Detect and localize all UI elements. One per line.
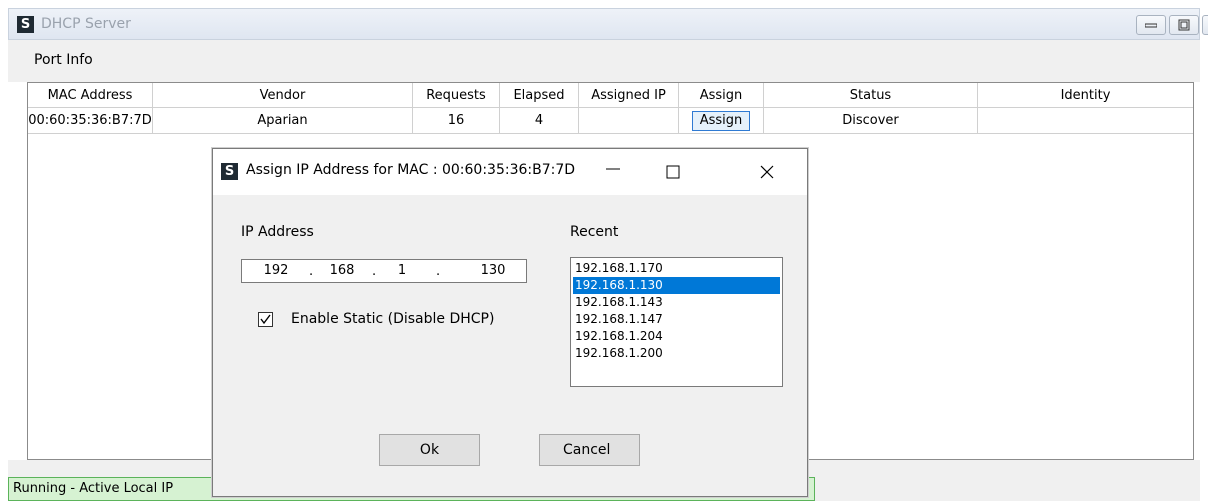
dialog-minimize-button[interactable] <box>593 157 633 187</box>
dialog-maximize-button[interactable] <box>653 157 693 187</box>
recent-label: Recent <box>570 224 619 240</box>
window-title: DHCP Server <box>41 16 131 32</box>
ip-octet-2[interactable]: 168 <box>322 263 362 278</box>
list-item[interactable]: 192.168.1.147 <box>573 311 780 328</box>
cell-assigned-ip <box>579 108 679 134</box>
enable-static-label[interactable]: Enable Static (Disable DHCP) <box>291 311 494 327</box>
column-header-assigned-ip[interactable]: Assigned IP <box>579 83 679 108</box>
title-bar[interactable]: S DHCP Server <box>8 8 1208 40</box>
column-header-status[interactable]: Status <box>764 83 978 108</box>
dialog-title-bar[interactable]: S Assign IP Address for MAC : 00:60:35:3… <box>213 149 807 195</box>
cell-assign: Assign <box>679 108 764 134</box>
column-header-vendor[interactable]: Vendor <box>153 83 413 108</box>
app-logo-icon: S <box>17 16 34 33</box>
enable-static-checkbox[interactable] <box>258 312 273 327</box>
list-item-selected[interactable]: 192.168.1.130 <box>573 277 780 294</box>
list-item[interactable]: 192.168.1.204 <box>573 328 780 345</box>
column-header-identity[interactable]: Identity <box>978 83 1193 108</box>
column-header-requests[interactable]: Requests <box>413 83 500 108</box>
dialog-logo-icon: S <box>221 163 238 180</box>
column-header-elapsed[interactable]: Elapsed <box>500 83 579 108</box>
cell-identity <box>978 108 1193 134</box>
ok-button[interactable]: Ok <box>379 434 480 466</box>
ip-octet-1[interactable]: 192 <box>256 263 296 278</box>
maximize-button[interactable] <box>1169 15 1199 35</box>
minimize-icon <box>1145 23 1157 28</box>
cancel-button[interactable]: Cancel <box>539 434 640 466</box>
cell-requests: 16 <box>413 108 500 134</box>
column-header-mac[interactable]: MAC Address <box>28 83 153 108</box>
minimize-button[interactable] <box>1136 15 1166 35</box>
cell-elapsed: 4 <box>500 108 579 134</box>
cell-status: Discover <box>764 108 978 134</box>
close-icon <box>760 165 774 179</box>
maximize-icon <box>666 165 680 179</box>
menu-port-info[interactable]: Port Info <box>34 52 93 68</box>
checkmark-icon <box>260 314 271 325</box>
column-header-assign[interactable]: Assign <box>679 83 764 108</box>
maximize-icon <box>1178 19 1190 31</box>
minimize-icon <box>606 168 620 170</box>
ip-address-field[interactable]: 192 . 168 . 1 . 130 <box>241 259 527 283</box>
ip-octet-4[interactable]: 130 <box>473 263 513 278</box>
recent-ip-list[interactable]: 192.168.1.170 192.168.1.130 192.168.1.14… <box>570 257 783 387</box>
dialog-title: Assign IP Address for MAC : 00:60:35:36:… <box>246 162 576 178</box>
assign-button[interactable]: Assign <box>691 111 751 131</box>
dialog-close-button[interactable] <box>747 157 787 187</box>
list-item[interactable]: 192.168.1.143 <box>573 294 780 311</box>
cell-mac: 00:60:35:36:B7:7D <box>28 108 153 134</box>
ip-dot: . <box>436 264 441 279</box>
ip-octet-3[interactable]: 1 <box>382 263 422 278</box>
ip-dot: . <box>372 264 377 279</box>
list-item[interactable]: 192.168.1.200 <box>573 345 780 362</box>
ip-address-label: IP Address <box>241 224 314 240</box>
close-button[interactable] <box>1202 15 1208 35</box>
assign-ip-dialog: S Assign IP Address for MAC : 00:60:35:3… <box>212 148 808 497</box>
list-item[interactable]: 192.168.1.170 <box>573 260 780 277</box>
ip-dot: . <box>309 264 314 279</box>
menu-bar: Port Info <box>8 40 1200 82</box>
cell-vendor: Aparian <box>153 108 413 134</box>
